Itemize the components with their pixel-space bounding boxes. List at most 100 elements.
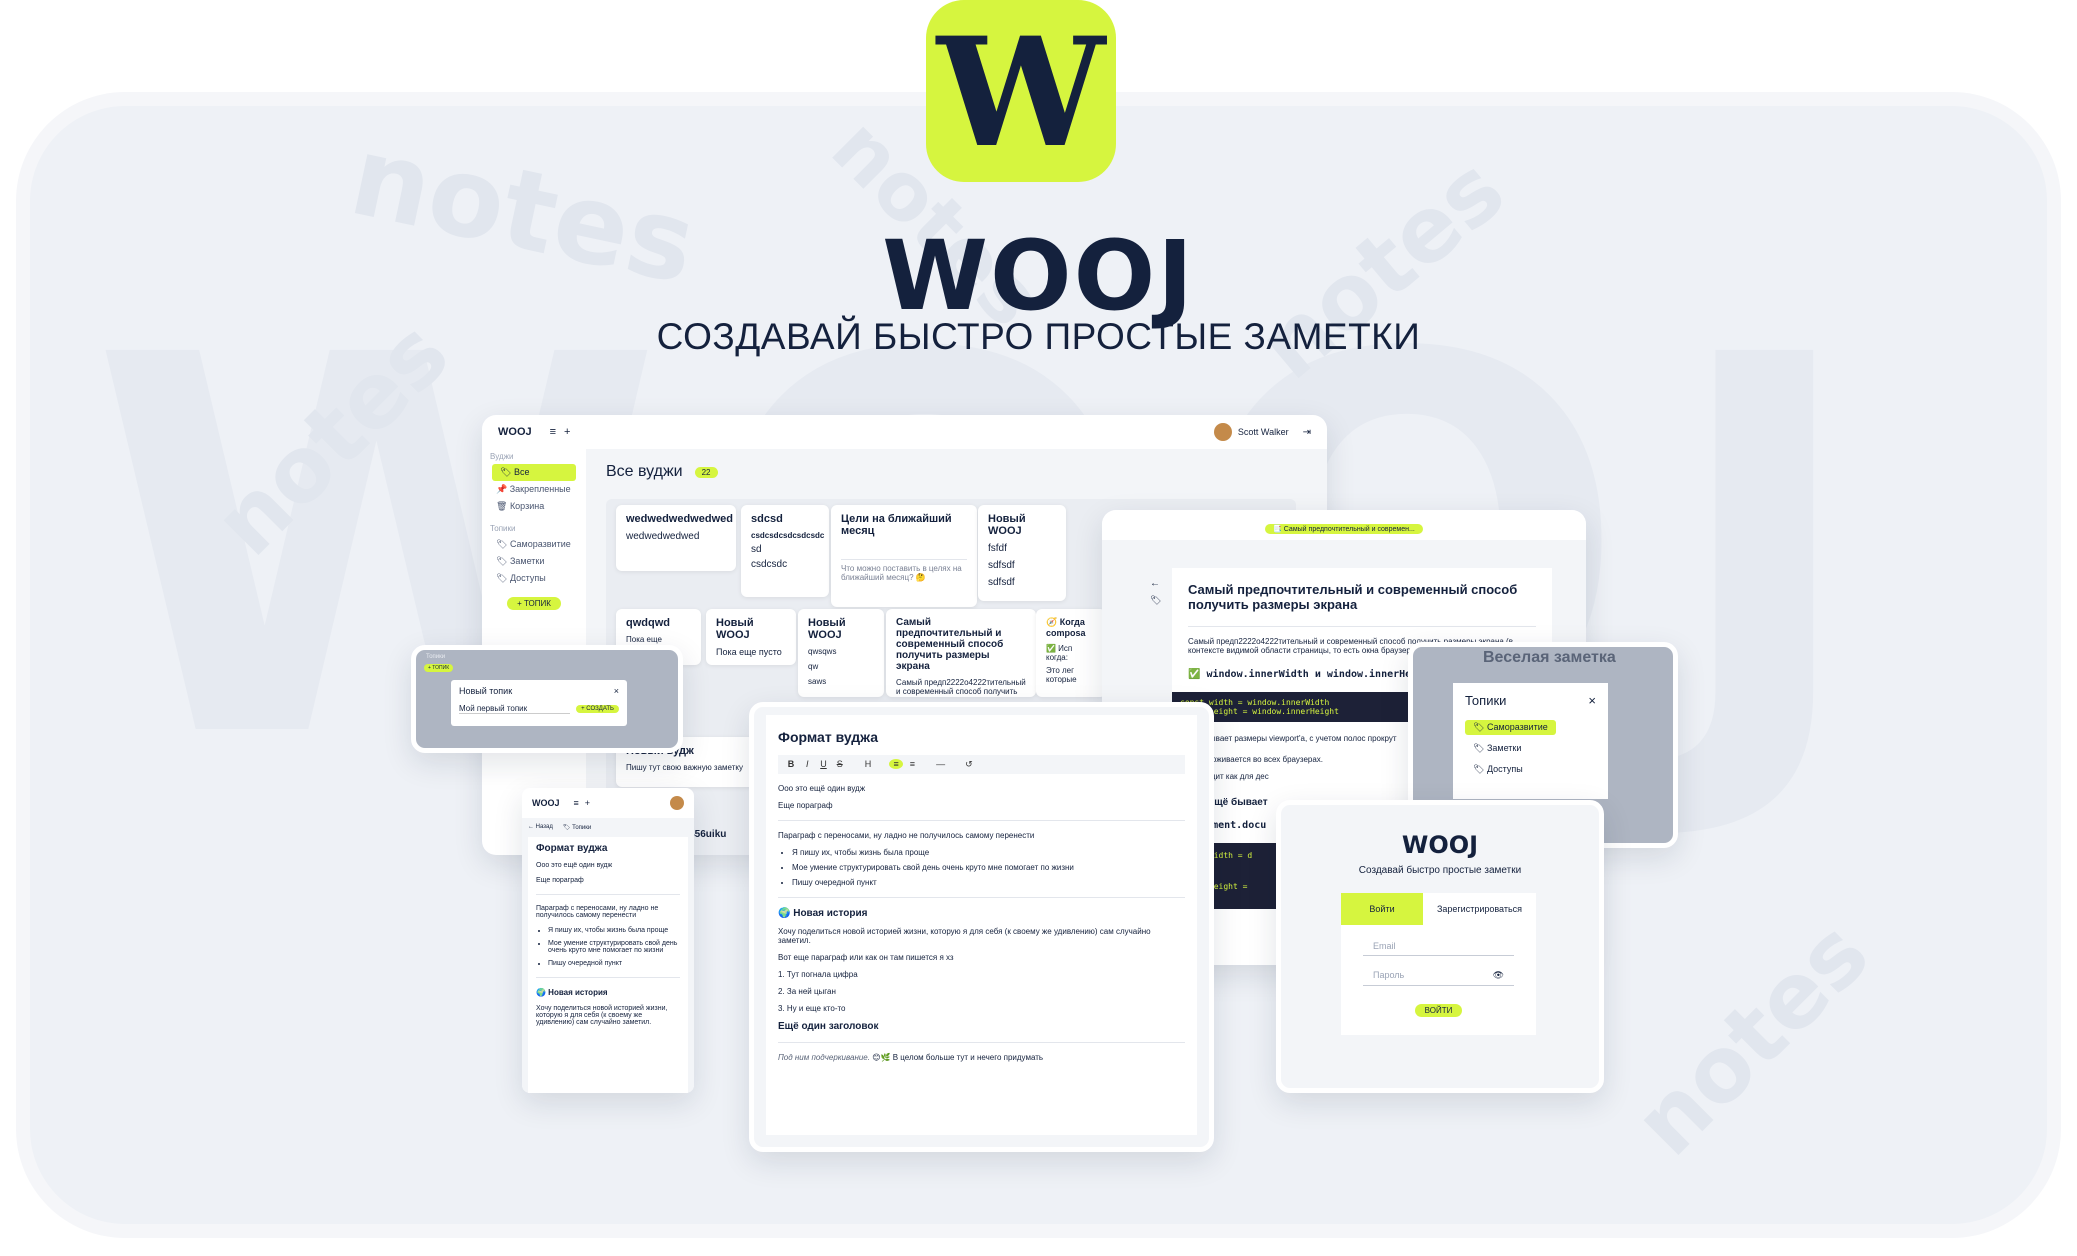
tab-register[interactable]: Зарегистрироваться: [1423, 893, 1536, 925]
back-arrow-icon[interactable]: ←: [1150, 578, 1160, 589]
numbered-item: 1. Тут погнала цифра: [778, 970, 858, 979]
editor-paragraph: Ооо это ещё один вудж: [778, 784, 866, 793]
app-logo: W: [926, 0, 1116, 182]
underline-button[interactable]: U: [816, 759, 830, 769]
password-field[interactable]: Пароль: [1373, 970, 1493, 981]
editor-card[interactable]: Формат вуджа B I U S H ≡ ≡ — ↺ Ооо это е…: [766, 715, 1197, 1135]
modal-dialog: Новый топик × Мой первый топик + СОЗДАТЬ: [451, 680, 627, 726]
topic-chip[interactable]: 🏷 Доступы: [1465, 762, 1596, 777]
note-card[interactable]: Самый предпочтительный и современный спо…: [886, 609, 1036, 697]
note-card[interactable]: 🧭 Когда composa ✅ Исп когда: Это лег котор…: [1036, 609, 1106, 697]
sidebar-item-all[interactable]: 🏷 Все: [492, 464, 576, 481]
tagline: СОЗДАВАЙ БЫСТРО ПРОСТЫЕ ЗАМЕТКИ: [656, 316, 1421, 357]
editor-paragraph: Параграф с переносами, ну ладно не получ…: [778, 831, 1035, 840]
article-badge: 📑 Самый предпочтительный и современ...: [1265, 524, 1423, 534]
user-name: Scott Walker: [1237, 427, 1289, 437]
editor-heading: Ещё один заголовок: [778, 1021, 879, 1032]
bullet-item: Пишу очередной пункт: [548, 960, 680, 967]
plus-icon[interactable]: +: [564, 426, 570, 438]
bullet-item: Мое умение структурировать свой день оче…: [548, 940, 680, 954]
avatar[interactable]: [1213, 423, 1232, 441]
editor-heading: 🌍 Новая история: [778, 908, 868, 919]
create-topic-button[interactable]: + СОЗДАТЬ: [576, 705, 619, 713]
sidebar-section-label: Вуджи: [490, 452, 514, 461]
login-form: Войти Зарегистрироваться Email Пароль 👁 …: [1341, 893, 1536, 1035]
pin-icon: 📌: [496, 484, 510, 494]
topics-dialog: Топики × 🏷 Саморазвитие 🏷 Заметки 🏷 Досту…: [1453, 683, 1608, 799]
sidebar-topic[interactable]: 🏷 Саморазвитие: [482, 536, 586, 553]
bold-button[interactable]: B: [784, 759, 798, 769]
italic-button[interactable]: I: [800, 759, 814, 769]
top-bar: WOOJ ≡ + Scott Walker ⇥: [482, 415, 1327, 449]
editor-toolbar: B I U S H ≡ ≡ — ↺: [778, 755, 1185, 774]
note-card[interactable]: wedwedwedwedwed wedwedwedwed: [616, 505, 736, 571]
close-icon[interactable]: ×: [1588, 693, 1596, 708]
mobile-app-window: WOOJ ≡ + ← Назад 🏷 Топики Формат вуджа Оо…: [522, 788, 694, 1093]
editor-paragraph: Хочу поделиться новой историей жизни, ко…: [536, 1005, 668, 1026]
topic-chip-selected[interactable]: 🏷 Саморазвитие: [1465, 720, 1556, 735]
sidebar-topic[interactable]: 🏷 Доступы: [482, 570, 586, 587]
login-button[interactable]: ВОЙТИ: [1414, 1004, 1463, 1017]
heading-button[interactable]: H: [861, 759, 875, 769]
strike-button[interactable]: S: [833, 759, 847, 769]
bullet-list-button[interactable]: ≡: [889, 759, 904, 769]
divider-button[interactable]: —: [934, 759, 948, 769]
topic-link[interactable]: 🏷 Топики: [563, 824, 591, 831]
editor-title: Формат вуджа: [778, 729, 879, 745]
app-name: WOOJ: [532, 798, 560, 808]
mobile-editor[interactable]: Формат вуджа Ооо это ещё один вудж Еще п…: [528, 837, 688, 1093]
editor-paragraph: Хочу поделиться новой историей жизни, ко…: [778, 927, 1151, 945]
editor-paragraph: Параграф с переносами, ну ладно не получ…: [536, 905, 659, 919]
logout-icon[interactable]: ⇥: [1303, 427, 1311, 438]
note-card[interactable]: sdcsd csdcsdcsdcsdcsdc sd csdcsdc: [741, 505, 829, 597]
back-link[interactable]: ← Назад: [528, 824, 553, 831]
editor-paragraph: Еще пораграф: [778, 801, 833, 810]
sidebar-item-pinned[interactable]: 📌 Закрепленные: [482, 481, 586, 498]
tag-icon: 🏷: [496, 556, 510, 566]
article-title: Самый предпочтительный и современный спо…: [1188, 582, 1518, 612]
add-topic-button[interactable]: + ТОПИК: [424, 664, 454, 672]
email-field[interactable]: Email: [1363, 937, 1514, 956]
background-note-title: Веселая заметка: [1483, 649, 1616, 666]
note-card[interactable]: Новый WOOJ Пока еще пусто: [706, 609, 796, 665]
topic-name-input[interactable]: Мой первый топик: [459, 704, 571, 714]
page-title: Все вуджи: [606, 463, 683, 480]
note-card[interactable]: Цели на ближайший месяц Что можно постави…: [831, 505, 977, 607]
editor-paragraph: Еще пораграф: [536, 877, 584, 884]
tab-login[interactable]: Войти: [1341, 893, 1423, 925]
note-card[interactable]: Новый WOOJ fsfdf sdfsdf sdfsdf: [978, 505, 1066, 601]
eye-icon[interactable]: 👁: [1493, 970, 1504, 981]
app-name: WOOJ: [498, 426, 532, 438]
undo-button[interactable]: ↺: [962, 759, 976, 770]
bullet-item: Я пишу их, чтобы жизнь была проще: [548, 927, 680, 934]
numbered-item: 2. За ней цыган: [778, 987, 836, 996]
editor-title: Формат вуджа: [536, 843, 608, 854]
tag-icon: 🏷: [496, 573, 510, 583]
menu-icon[interactable]: ≡: [574, 798, 579, 808]
sidebar: Вуджи 🏷 Все 📌 Закрепленные 🗑 Корзина Топ…: [482, 449, 586, 611]
trash-icon: 🗑: [496, 501, 510, 511]
editor-paragraph: Ооо это ещё один вудж: [536, 862, 613, 869]
numbered-item: 3. Ну и еще кто-то: [778, 1004, 846, 1013]
tag-icon[interactable]: 🏷: [1150, 595, 1161, 606]
close-icon[interactable]: ×: [614, 686, 619, 696]
login-subtitle: Создавай быстро простые заметки: [1358, 865, 1522, 876]
modal-title: Новый топик: [459, 686, 513, 696]
topics-label: Топики: [426, 654, 446, 660]
plus-icon[interactable]: +: [585, 798, 590, 808]
avatar[interactable]: [670, 796, 684, 810]
sidebar-item-trash[interactable]: 🗑 Корзина: [482, 498, 586, 515]
menu-icon[interactable]: ≡: [550, 426, 556, 438]
editor-window: Формат вуджа B I U S H ≡ ≡ — ↺ Ооо это е…: [749, 702, 1214, 1152]
new-topic-modal-window: Топики + ТОПИК Новый топик × Мой первый т…: [411, 645, 683, 753]
numbered-list-button[interactable]: ≡: [905, 759, 919, 769]
note-card[interactable]: Новый WOOJ qwsqws qw saws: [798, 609, 884, 697]
topic-chip[interactable]: 🏷 Заметки: [1465, 741, 1596, 756]
watermark: notes: [1614, 901, 1890, 1176]
add-topic-button[interactable]: + ТОПИК: [507, 597, 561, 610]
editor-paragraph: Вот еще параграф или как он там пишется …: [778, 953, 954, 962]
dialog-title: Топики: [1465, 693, 1507, 708]
login-brand: WOOJ: [1401, 831, 1479, 859]
sidebar-topic[interactable]: 🏷 Заметки: [482, 553, 586, 570]
editor-heading: 🌍 Новая история: [536, 988, 608, 997]
